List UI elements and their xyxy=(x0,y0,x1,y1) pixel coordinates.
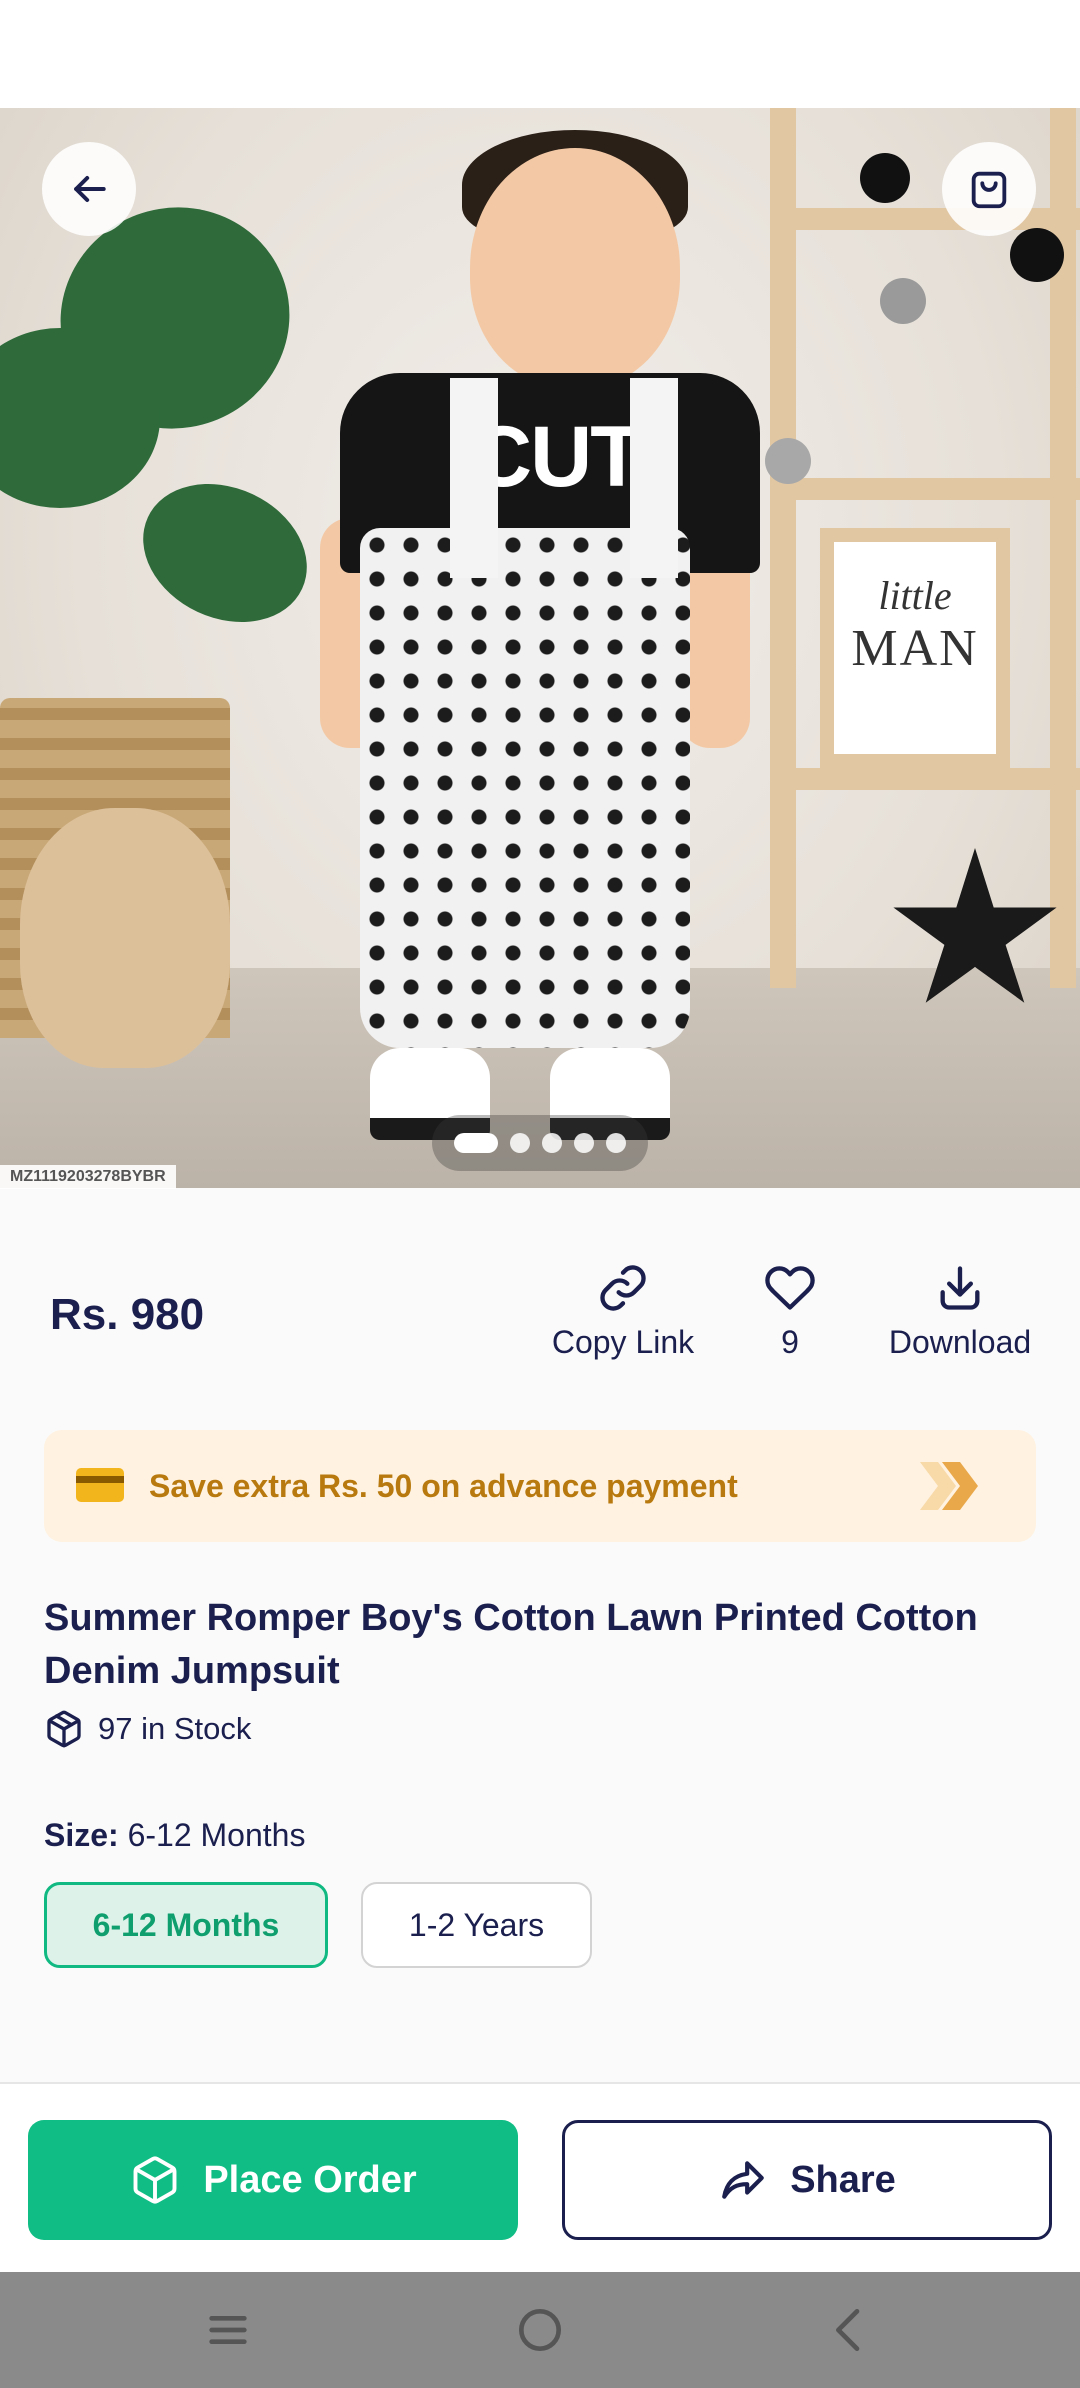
carousel-dot[interactable] xyxy=(454,1133,498,1153)
credit-card-icon xyxy=(76,1468,124,1502)
offer-text: Save extra Rs. 50 on advance payment xyxy=(149,1468,738,1504)
heart-icon xyxy=(765,1266,815,1310)
back-nav-icon[interactable] xyxy=(822,2302,878,2358)
carousel-dot[interactable] xyxy=(574,1133,594,1153)
teddy-bear xyxy=(20,808,230,1068)
carousel-dot[interactable] xyxy=(542,1133,562,1153)
shopping-bag-icon xyxy=(971,171,1007,209)
status-time: 9:18 xyxy=(76,30,137,63)
double-chevron-right-icon xyxy=(920,1462,978,1510)
product-price: Rs. 980 xyxy=(50,1290,205,1339)
copy-link-label: Copy Link xyxy=(551,1324,695,1360)
like-button[interactable]: 9 xyxy=(760,1262,820,1361)
stock-text: 97 in Stock xyxy=(98,1711,252,1746)
recent-apps-icon[interactable] xyxy=(200,2302,256,2358)
carousel-dot[interactable] xyxy=(510,1133,530,1153)
package-icon xyxy=(47,1710,81,1748)
size-label: Size: 6-12 Months xyxy=(44,1817,306,1853)
system-nav-bar xyxy=(0,2272,1080,2388)
place-order-button[interactable]: Place Order xyxy=(28,2120,518,2240)
carousel-indicator[interactable] xyxy=(432,1115,648,1171)
link-icon xyxy=(600,1265,646,1311)
status-indicators: 4G 94% xyxy=(902,30,1004,61)
cart-button[interactable] xyxy=(942,142,1036,236)
share-label: Share xyxy=(790,2158,896,2201)
size-option-6-12-months[interactable]: 6-12 Months xyxy=(44,1882,328,1968)
share-arrow-icon xyxy=(722,2161,765,2199)
product-image[interactable]: little MAN CUT xyxy=(0,108,1080,1188)
status-bar: 9:18 4G 94% xyxy=(0,0,1080,108)
selected-size: 6-12 Months xyxy=(127,1817,306,1853)
download-icon xyxy=(940,1266,980,1310)
place-order-label: Place Order xyxy=(203,2158,417,2201)
copy-link-button[interactable]: Copy Link xyxy=(550,1262,696,1361)
carousel-dot[interactable] xyxy=(606,1133,626,1153)
home-icon[interactable] xyxy=(512,2302,568,2358)
download-label: Download xyxy=(888,1324,1032,1360)
download-button[interactable]: Download xyxy=(882,1262,1038,1361)
stock-info: 97 in Stock xyxy=(44,1708,251,1750)
advance-payment-offer[interactable]: Save extra Rs. 50 on advance payment xyxy=(44,1430,1036,1542)
share-button[interactable]: Share xyxy=(562,2120,1052,2240)
image-sku-label: MZ1119203278BYBR xyxy=(0,1165,176,1189)
product-title: Summer Romper Boy's Cotton Lawn Printed … xyxy=(44,1597,978,1692)
like-count: 9 xyxy=(781,1324,799,1360)
little-man-frame: little MAN xyxy=(820,528,1010,768)
size-option-1-2-years[interactable]: 1-2 Years xyxy=(361,1882,592,1968)
arrow-left-icon xyxy=(74,175,106,203)
romper xyxy=(360,528,690,1048)
box-icon xyxy=(133,2156,177,2204)
back-button[interactable] xyxy=(42,142,136,236)
